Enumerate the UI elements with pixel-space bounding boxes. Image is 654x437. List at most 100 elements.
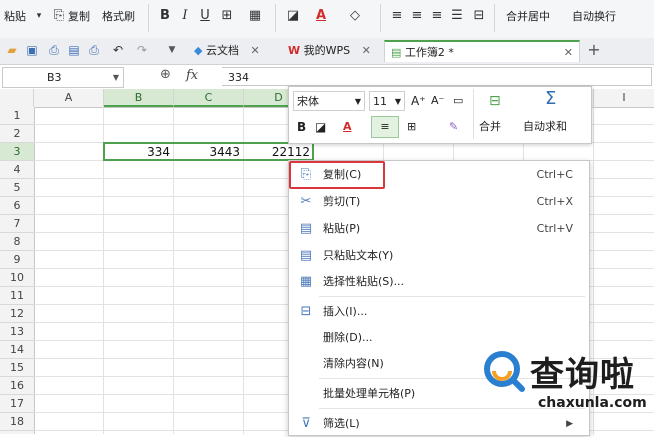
row-header-2[interactable]: 2 xyxy=(0,125,34,143)
row-header-15[interactable]: 15 xyxy=(0,359,34,377)
font-size-select[interactable]: 11 ▼ xyxy=(369,91,405,111)
row-header-11[interactable]: 11 xyxy=(0,287,34,305)
column-header-a[interactable]: A xyxy=(34,89,104,107)
copy-icon[interactable]: ⎘ xyxy=(50,7,68,25)
align-center-icon[interactable]: ≡ xyxy=(408,7,426,25)
increase-font-icon[interactable]: A⁺ xyxy=(411,91,426,111)
row-header-5[interactable]: 5 xyxy=(0,179,34,197)
italic-button[interactable]: I xyxy=(176,7,194,25)
menu-item-label: 批量处理单元格(P) xyxy=(323,387,416,400)
sigma-icon[interactable]: Σ xyxy=(545,89,556,109)
redo-icon[interactable]: ↷ xyxy=(134,42,150,58)
row-header-6[interactable]: 6 xyxy=(0,197,34,215)
cell-format-icon[interactable]: ▭ xyxy=(453,91,463,111)
format-brush-icon[interactable]: ✎ xyxy=(449,117,458,137)
watermark-brand: 查询啦 xyxy=(530,355,635,395)
close-icon[interactable]: ✕ xyxy=(250,44,259,57)
chevron-down-icon[interactable]: ▾ xyxy=(30,7,48,25)
name-box[interactable]: B3 ▼ xyxy=(2,67,124,88)
row-header-4[interactable]: 4 xyxy=(0,161,34,179)
print-icon[interactable]: ⎙ xyxy=(86,42,102,58)
row-header-14[interactable]: 14 xyxy=(0,341,34,359)
menu-item-shortcut: Ctrl+X xyxy=(536,195,573,208)
select-all-corner[interactable] xyxy=(0,89,34,107)
row-header-13[interactable]: 13 xyxy=(0,323,34,341)
format-painter-button[interactable]: 格式刷 xyxy=(102,7,135,27)
row-header-17[interactable]: 17 xyxy=(0,395,34,413)
column-header-c[interactable]: C xyxy=(174,89,244,107)
context-menu-item[interactable]: ▤ 只粘贴文本(Y) xyxy=(289,243,589,269)
menu-divider xyxy=(319,296,585,297)
wrap-text-button[interactable]: 自动换行 xyxy=(572,7,616,27)
autosum-button[interactable]: 自动求和 xyxy=(523,117,567,137)
row-header-16[interactable]: 16 xyxy=(0,377,34,395)
row-header-1[interactable]: 1 xyxy=(0,107,34,125)
font-name-select[interactable]: 宋体 ▼ xyxy=(293,91,365,111)
paste-button[interactable]: 粘贴 xyxy=(4,7,26,27)
merge-button[interactable]: 合并 xyxy=(479,117,501,137)
tab-my-wps[interactable]: W 我的WPS ✕ xyxy=(282,40,377,62)
font-color-icon[interactable]: A xyxy=(343,117,352,137)
zoom-icon[interactable]: ⊕ xyxy=(160,67,171,82)
close-icon[interactable]: ✕ xyxy=(362,44,371,57)
fx-icon[interactable]: fx xyxy=(186,68,198,83)
insert-icon: ⊟ xyxy=(300,304,312,319)
tab-cloud-docs[interactable]: ◆ 云文档 ✕ xyxy=(188,40,266,62)
column-header-b[interactable]: B xyxy=(104,89,174,107)
fill-color-icon[interactable]: ◪ xyxy=(315,117,326,137)
align-center-icon[interactable]: ≡ xyxy=(371,116,399,138)
paste-special-icon: ▦ xyxy=(299,274,313,289)
divider xyxy=(473,89,474,139)
chevron-down-icon[interactable]: ▼ xyxy=(355,92,361,112)
chevron-down-icon[interactable]: ▼ xyxy=(164,42,180,58)
document-tab-bar: ▰ ▣ ⎙ ▤ ⎙ ↶ ↷ ▼ ◆ 云文档 ✕ W 我的WPS ✕ ▤ 工作簿2… xyxy=(0,38,654,65)
save-icon[interactable]: ▣ xyxy=(24,42,40,58)
clear-format-icon[interactable]: ◇ xyxy=(346,7,364,25)
row-header-10[interactable]: 10 xyxy=(0,269,34,287)
folder-icon[interactable]: ▰ xyxy=(4,42,20,58)
undo-icon[interactable]: ↶ xyxy=(110,42,126,58)
formula-input[interactable]: 334 xyxy=(222,67,652,86)
divider xyxy=(494,4,495,32)
chevron-down-icon[interactable]: ▼ xyxy=(395,92,401,112)
divider xyxy=(380,4,381,32)
context-menu-item[interactable]: ▤ 粘贴(P) Ctrl+V xyxy=(289,216,589,242)
decrease-font-icon[interactable]: A⁻ xyxy=(431,91,444,111)
copy-button[interactable]: 复制 xyxy=(68,7,90,27)
distribute-icon[interactable]: ⊟ xyxy=(470,7,488,25)
watermark-domain: chaxunla.com xyxy=(538,395,647,411)
column-header-i[interactable]: I xyxy=(594,89,654,107)
row-header-7[interactable]: 7 xyxy=(0,215,34,233)
font-name-value: 宋体 xyxy=(297,95,319,108)
row-headers: 1 2 3 4 5 6 7 8 9 10 11 12 13 14 15 16 17 18 xyxy=(0,107,35,434)
row-header-18[interactable]: 18 xyxy=(0,413,34,431)
chevron-down-icon[interactable]: ▼ xyxy=(113,68,119,87)
align-left-icon[interactable]: ≡ xyxy=(388,7,406,25)
borders-icon[interactable]: ⊞ xyxy=(407,117,416,137)
row-header-3[interactable]: 3 xyxy=(0,143,34,161)
underline-button[interactable]: U xyxy=(196,7,214,25)
divider xyxy=(275,4,276,32)
print-preview-icon[interactable]: ⎙ xyxy=(46,42,62,58)
ribbon-toolbar: 粘贴 ▾ ⎘ 复制 格式刷 B I U ⊞ ▦ ◪ A ◇ ≡ ≡ ≡ ☰ ⊟ … xyxy=(0,0,654,39)
font-color-icon[interactable]: A xyxy=(312,7,330,25)
new-tab-icon[interactable]: + xyxy=(586,42,602,58)
context-menu-item[interactable]: ⊟ 插入(I)... xyxy=(289,299,589,325)
row-header-9[interactable]: 9 xyxy=(0,251,34,269)
borders-icon[interactable]: ⊞ xyxy=(218,7,236,25)
context-menu-item[interactable]: ✂ 剪切(T) Ctrl+X xyxy=(289,189,589,215)
close-icon[interactable]: ✕ xyxy=(564,42,573,64)
justify-icon[interactable]: ☰ xyxy=(448,7,466,25)
export-pdf-icon[interactable]: ▤ xyxy=(66,42,82,58)
fill-pattern-icon[interactable]: ▦ xyxy=(246,7,264,25)
bold-button[interactable]: B xyxy=(156,7,174,25)
merge-center-button[interactable]: 合并居中 xyxy=(506,7,550,27)
tab-workbook2[interactable]: ▤ 工作簿2 * ✕ xyxy=(384,40,580,62)
context-menu-item[interactable]: ▦ 选择性粘贴(S)... xyxy=(289,269,589,295)
bold-button[interactable]: B xyxy=(297,117,306,137)
fill-color-icon[interactable]: ◪ xyxy=(284,7,302,25)
row-header-12[interactable]: 12 xyxy=(0,305,34,323)
align-right-icon[interactable]: ≡ xyxy=(428,7,446,25)
row-header-8[interactable]: 8 xyxy=(0,233,34,251)
merge-icon[interactable]: ⊟ xyxy=(489,91,501,111)
